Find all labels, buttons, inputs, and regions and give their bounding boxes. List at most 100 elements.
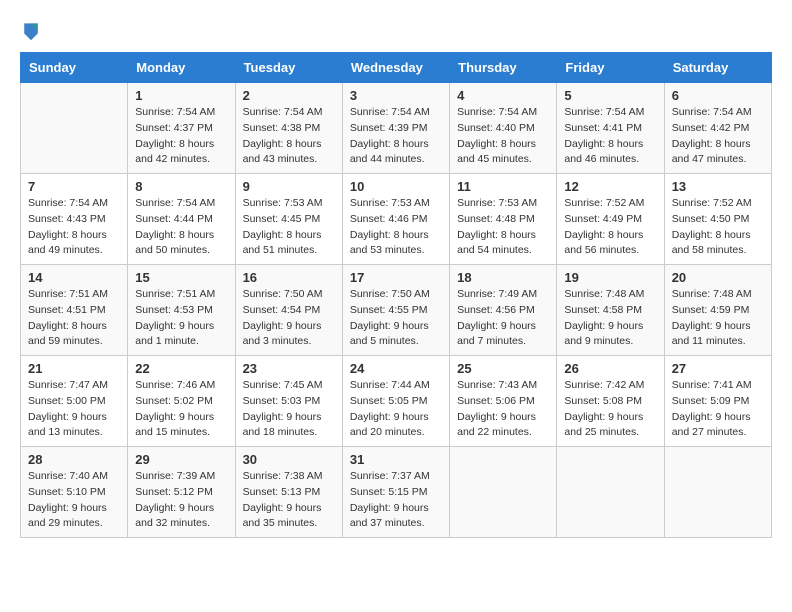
day-info: Sunrise: 7:38 AMSunset: 5:13 PMDaylight:…: [243, 469, 335, 532]
day-number: 1: [135, 88, 227, 103]
day-info: Sunrise: 7:47 AMSunset: 5:00 PMDaylight:…: [28, 378, 120, 441]
calendar-cell: 15Sunrise: 7:51 AMSunset: 4:53 PMDayligh…: [128, 265, 235, 356]
day-info: Sunrise: 7:50 AMSunset: 4:54 PMDaylight:…: [243, 287, 335, 350]
calendar-cell: 7Sunrise: 7:54 AMSunset: 4:43 PMDaylight…: [21, 174, 128, 265]
header-cell-saturday: Saturday: [664, 53, 771, 83]
day-number: 14: [28, 270, 120, 285]
calendar-week-3: 14 Sunrise: 7:51 AMSunset: 4:51 PMDayligh…: [21, 265, 772, 356]
calendar-cell: [450, 447, 557, 538]
day-info: Sunrise: 7:43 AMSunset: 5:06 PMDaylight:…: [457, 378, 549, 441]
calendar-cell: 4 Sunrise: 7:54 AMSunset: 4:40 PMDaylight…: [450, 83, 557, 174]
day-number: 18: [457, 270, 549, 285]
day-number: 5: [564, 88, 656, 103]
day-number: 9: [243, 179, 335, 194]
day-info: Sunrise: 7:52 AMSunset: 4:49 PMDaylight:…: [564, 196, 656, 259]
day-info: Sunrise: 7:54 AMSunset: 4:38 PMDaylight:…: [243, 105, 335, 168]
day-info: Sunrise: 7:54 AMSunset: 4:40 PMDaylight:…: [457, 105, 549, 168]
calendar-cell: 30 Sunrise: 7:38 AMSunset: 5:13 PMDayligh…: [235, 447, 342, 538]
day-number: 20: [672, 270, 764, 285]
calendar-cell: 17Sunrise: 7:50 AMSunset: 4:55 PMDayligh…: [342, 265, 449, 356]
day-info: Sunrise: 7:54 AMSunset: 4:41 PMDaylight:…: [564, 105, 656, 168]
day-info: Sunrise: 7:53 AMSunset: 4:46 PMDaylight:…: [350, 196, 442, 259]
calendar-cell: 29 Sunrise: 7:39 AMSunset: 5:12 PMDayligh…: [128, 447, 235, 538]
day-info: Sunrise: 7:53 AMSunset: 4:48 PMDaylight:…: [457, 196, 549, 259]
calendar-cell: 10Sunrise: 7:53 AMSunset: 4:46 PMDayligh…: [342, 174, 449, 265]
day-number: 24: [350, 361, 442, 376]
calendar-week-2: 7Sunrise: 7:54 AMSunset: 4:43 PMDaylight…: [21, 174, 772, 265]
day-number: 26: [564, 361, 656, 376]
day-number: 6: [672, 88, 764, 103]
day-info: Sunrise: 7:48 AMSunset: 4:59 PMDaylight:…: [672, 287, 764, 350]
calendar-cell: 31 Sunrise: 7:37 AMSunset: 5:15 PMDayligh…: [342, 447, 449, 538]
calendar-cell: 5 Sunrise: 7:54 AMSunset: 4:41 PMDaylight…: [557, 83, 664, 174]
day-number: 12: [564, 179, 656, 194]
header-row: SundayMondayTuesdayWednesdayThursdayFrid…: [21, 53, 772, 83]
day-number: 30: [243, 452, 335, 467]
header-cell-wednesday: Wednesday: [342, 53, 449, 83]
day-info: Sunrise: 7:51 AMSunset: 4:53 PMDaylight:…: [135, 287, 227, 350]
calendar-header: SundayMondayTuesdayWednesdayThursdayFrid…: [21, 53, 772, 83]
day-number: 22: [135, 361, 227, 376]
header-cell-thursday: Thursday: [450, 53, 557, 83]
calendar-cell: [21, 83, 128, 174]
calendar-cell: 28 Sunrise: 7:40 AMSunset: 5:10 PMDayligh…: [21, 447, 128, 538]
logo: [20, 20, 44, 42]
day-info: Sunrise: 7:54 AMSunset: 4:44 PMDaylight:…: [135, 196, 227, 259]
calendar-cell: 19 Sunrise: 7:48 AMSunset: 4:58 PMDayligh…: [557, 265, 664, 356]
day-info: Sunrise: 7:46 AMSunset: 5:02 PMDaylight:…: [135, 378, 227, 441]
day-number: 23: [243, 361, 335, 376]
calendar-cell: 14 Sunrise: 7:51 AMSunset: 4:51 PMDayligh…: [21, 265, 128, 356]
day-number: 3: [350, 88, 442, 103]
day-number: 8: [135, 179, 227, 194]
day-info: Sunrise: 7:51 AMSunset: 4:51 PMDaylight:…: [28, 287, 120, 350]
calendar-cell: 16 Sunrise: 7:50 AMSunset: 4:54 PMDayligh…: [235, 265, 342, 356]
day-number: 25: [457, 361, 549, 376]
day-number: 28: [28, 452, 120, 467]
day-number: 11: [457, 179, 549, 194]
calendar-cell: 2Sunrise: 7:54 AMSunset: 4:38 PMDaylight…: [235, 83, 342, 174]
header-cell-monday: Monday: [128, 53, 235, 83]
calendar-cell: 1 Sunrise: 7:54 AMSunset: 4:37 PMDaylight…: [128, 83, 235, 174]
calendar-week-4: 21Sunrise: 7:47 AMSunset: 5:00 PMDayligh…: [21, 356, 772, 447]
day-number: 27: [672, 361, 764, 376]
calendar-cell: 21Sunrise: 7:47 AMSunset: 5:00 PMDayligh…: [21, 356, 128, 447]
calendar-cell: 23Sunrise: 7:45 AMSunset: 5:03 PMDayligh…: [235, 356, 342, 447]
day-number: 16: [243, 270, 335, 285]
day-info: Sunrise: 7:53 AMSunset: 4:45 PMDaylight:…: [243, 196, 335, 259]
day-info: Sunrise: 7:54 AMSunset: 4:43 PMDaylight:…: [28, 196, 120, 259]
day-number: 4: [457, 88, 549, 103]
day-info: Sunrise: 7:52 AMSunset: 4:50 PMDaylight:…: [672, 196, 764, 259]
calendar-cell: 9 Sunrise: 7:53 AMSunset: 4:45 PMDaylight…: [235, 174, 342, 265]
day-number: 31: [350, 452, 442, 467]
logo-icon: [22, 20, 40, 42]
calendar-cell: 12 Sunrise: 7:52 AMSunset: 4:49 PMDayligh…: [557, 174, 664, 265]
calendar-cell: 11 Sunrise: 7:53 AMSunset: 4:48 PMDayligh…: [450, 174, 557, 265]
calendar-cell: [557, 447, 664, 538]
header-cell-sunday: Sunday: [21, 53, 128, 83]
day-info: Sunrise: 7:49 AMSunset: 4:56 PMDaylight:…: [457, 287, 549, 350]
day-info: Sunrise: 7:41 AMSunset: 5:09 PMDaylight:…: [672, 378, 764, 441]
calendar-cell: 3 Sunrise: 7:54 AMSunset: 4:39 PMDaylight…: [342, 83, 449, 174]
day-info: Sunrise: 7:42 AMSunset: 5:08 PMDaylight:…: [564, 378, 656, 441]
page-header: [20, 20, 772, 42]
day-number: 19: [564, 270, 656, 285]
day-info: Sunrise: 7:54 AMSunset: 4:39 PMDaylight:…: [350, 105, 442, 168]
calendar-cell: 24Sunrise: 7:44 AMSunset: 5:05 PMDayligh…: [342, 356, 449, 447]
calendar-body: 1 Sunrise: 7:54 AMSunset: 4:37 PMDaylight…: [21, 83, 772, 538]
day-info: Sunrise: 7:54 AMSunset: 4:37 PMDaylight:…: [135, 105, 227, 168]
calendar-week-1: 1 Sunrise: 7:54 AMSunset: 4:37 PMDaylight…: [21, 83, 772, 174]
day-info: Sunrise: 7:54 AMSunset: 4:42 PMDaylight:…: [672, 105, 764, 168]
day-number: 13: [672, 179, 764, 194]
calendar-cell: 6 Sunrise: 7:54 AMSunset: 4:42 PMDaylight…: [664, 83, 771, 174]
calendar-cell: [664, 447, 771, 538]
header-cell-friday: Friday: [557, 53, 664, 83]
day-info: Sunrise: 7:40 AMSunset: 5:10 PMDaylight:…: [28, 469, 120, 532]
day-info: Sunrise: 7:48 AMSunset: 4:58 PMDaylight:…: [564, 287, 656, 350]
day-number: 29: [135, 452, 227, 467]
day-info: Sunrise: 7:39 AMSunset: 5:12 PMDaylight:…: [135, 469, 227, 532]
calendar-table: SundayMondayTuesdayWednesdayThursdayFrid…: [20, 52, 772, 538]
day-info: Sunrise: 7:37 AMSunset: 5:15 PMDaylight:…: [350, 469, 442, 532]
calendar-cell: 22 Sunrise: 7:46 AMSunset: 5:02 PMDayligh…: [128, 356, 235, 447]
calendar-cell: 20 Sunrise: 7:48 AMSunset: 4:59 PMDayligh…: [664, 265, 771, 356]
calendar-cell: 13 Sunrise: 7:52 AMSunset: 4:50 PMDayligh…: [664, 174, 771, 265]
